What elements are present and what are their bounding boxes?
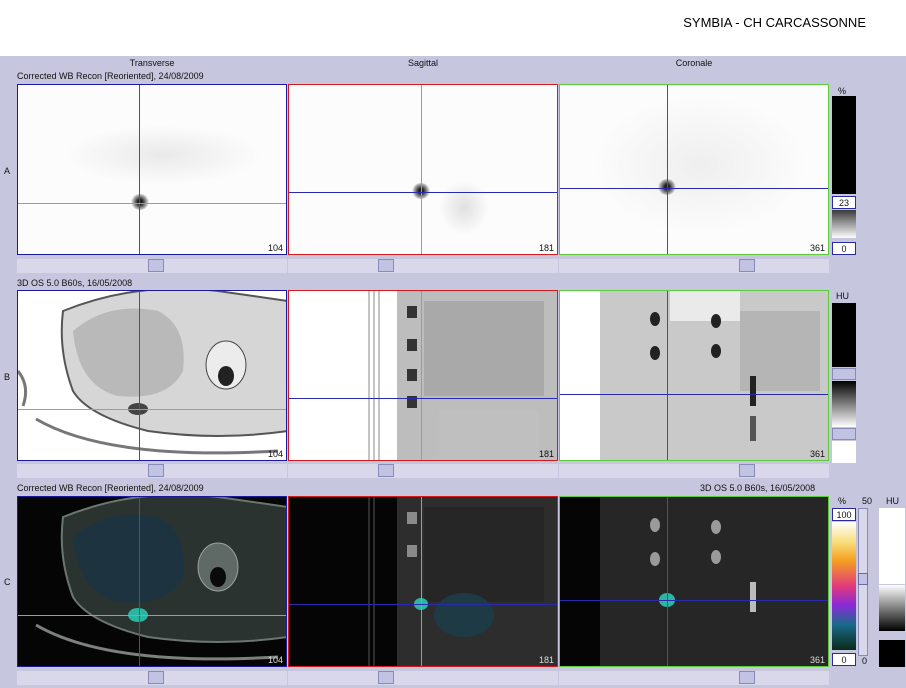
crosshair-vertical[interactable] [421,85,422,254]
pet-uptake-background [590,95,810,235]
slice-number: 181 [538,243,554,253]
crosshair-horizontal[interactable] [289,398,557,399]
slice-slider-b-coronal[interactable] [559,464,829,478]
viewport-c-sagittal[interactable]: 181 [288,496,558,667]
viewport-c-transverse[interactable]: 104 [17,496,287,667]
fusion-blend-slider-c[interactable] [858,508,868,656]
slice-number: 181 [538,449,554,459]
crosshair-horizontal[interactable] [289,604,557,605]
pet-color-scale-c [832,522,856,650]
slider-thumb[interactable] [148,671,164,684]
viewport-a-sagittal[interactable]: 181 [288,84,558,255]
slice-number: 361 [809,449,825,459]
slice-slider-a-coronal[interactable] [559,259,829,273]
ct-scale-black-c [879,640,905,667]
pet-gray-scale-a [832,96,856,194]
crosshair-horizontal[interactable] [18,203,286,204]
ct-coronal-image [600,291,828,460]
column-header-sagittal: Sagittal [407,58,439,68]
series-label-row-b: 3D OS 5.0 B60s, 16/05/2008 [17,278,133,288]
ct-axial-image [18,291,286,455]
ct-scale-white-c [879,508,905,584]
scale-min-value-a[interactable]: 0 [832,242,856,255]
crosshair-horizontal[interactable] [18,615,286,616]
slider-thumb[interactable] [739,464,755,477]
scale-unit-c-hu: HU [886,496,899,506]
scale-unit-b: HU [836,291,849,301]
crosshair-vertical[interactable] [139,85,140,254]
row-label-b: B [4,372,11,382]
slice-slider-b-transverse[interactable] [17,464,287,478]
window-slider-bottom-b[interactable] [832,428,856,440]
viewport-b-coronal[interactable]: 361 [559,290,829,461]
viewport-a-transverse[interactable]: 104 [17,84,287,255]
slice-number: 181 [538,655,554,665]
slice-number: 104 [267,243,283,253]
slice-slider-a-transverse[interactable] [17,259,287,273]
fused-coronal-image [600,497,828,666]
slider-thumb[interactable] [378,259,394,272]
slice-slider-a-sagittal[interactable] [288,259,558,273]
crosshair-vertical[interactable] [667,291,668,460]
crosshair-horizontal[interactable] [18,409,286,410]
crosshair-horizontal[interactable] [560,600,828,601]
slider-thumb[interactable] [739,259,755,272]
scale-white-b [832,441,856,463]
series-label-row-c-right: 3D OS 5.0 B60s, 16/05/2008 [700,483,816,493]
slice-slider-b-sagittal[interactable] [288,464,558,478]
ct-sagittal-image [368,291,557,460]
slice-slider-c-transverse[interactable] [17,671,287,685]
scale-top-value-c[interactable]: 100 [832,508,856,521]
crosshair-horizontal[interactable] [560,394,828,395]
viewport-c-coronal[interactable]: 361 [559,496,829,667]
crosshair-vertical[interactable] [421,497,422,666]
crosshair-vertical[interactable] [667,497,668,666]
slice-number: 361 [809,243,825,253]
slider-bottom-value-c: 0 [862,656,868,666]
slider-thumb[interactable] [858,573,868,585]
series-label-row-c-left: Corrected WB Recon [Reoriented], 24/08/2… [17,483,204,493]
column-header-coronal: Coronale [675,58,713,68]
pet-uptake-background [439,180,489,235]
viewport-b-transverse[interactable]: 104 [17,290,287,461]
series-label-row-a: Corrected WB Recon [Reoriented], 24/08/2… [17,71,204,81]
viewport-b-sagittal[interactable]: 181 [288,290,558,461]
slider-thumb[interactable] [739,671,755,684]
window-slider-top-b[interactable] [832,368,856,380]
column-header-transverse: Transverse [129,58,175,68]
crosshair-vertical[interactable] [421,291,422,460]
viewport-a-coronal[interactable]: 361 [559,84,829,255]
ct-scale-gradient-c [879,585,905,631]
slice-slider-c-coronal[interactable] [559,671,829,685]
crosshair-horizontal[interactable] [289,192,557,193]
scale-gradient-b [832,381,856,427]
scale-min-value-c[interactable]: 0 [832,653,856,666]
slice-number: 361 [809,655,825,665]
site-title: SYMBIA - CH CARCASSONNE [683,15,866,30]
pet-uptake-background [63,125,263,185]
slider-thumb[interactable] [148,259,164,272]
slider-top-value-c: 50 [862,496,873,506]
scale-gradient-a [832,210,856,238]
crosshair-vertical[interactable] [667,85,668,254]
crosshair-horizontal[interactable] [560,188,828,189]
pet-hotspot [131,194,149,210]
row-label-a: A [4,166,11,176]
fused-sagittal-image [368,497,557,666]
ct-gray-scale-b [832,303,856,367]
scale-unit-c-pct: % [838,496,847,506]
fused-axial-image [35,497,286,661]
slice-number: 104 [267,449,283,459]
slider-thumb[interactable] [148,464,164,477]
scale-unit-a: % [838,86,847,96]
slice-number: 104 [267,655,283,665]
scale-max-value-a[interactable]: 23 [832,196,856,209]
row-label-c: C [4,577,11,587]
slice-slider-c-sagittal[interactable] [288,671,558,685]
crosshair-vertical[interactable] [139,497,140,666]
slider-thumb[interactable] [378,671,394,684]
crosshair-vertical[interactable] [139,291,140,460]
slider-thumb[interactable] [378,464,394,477]
